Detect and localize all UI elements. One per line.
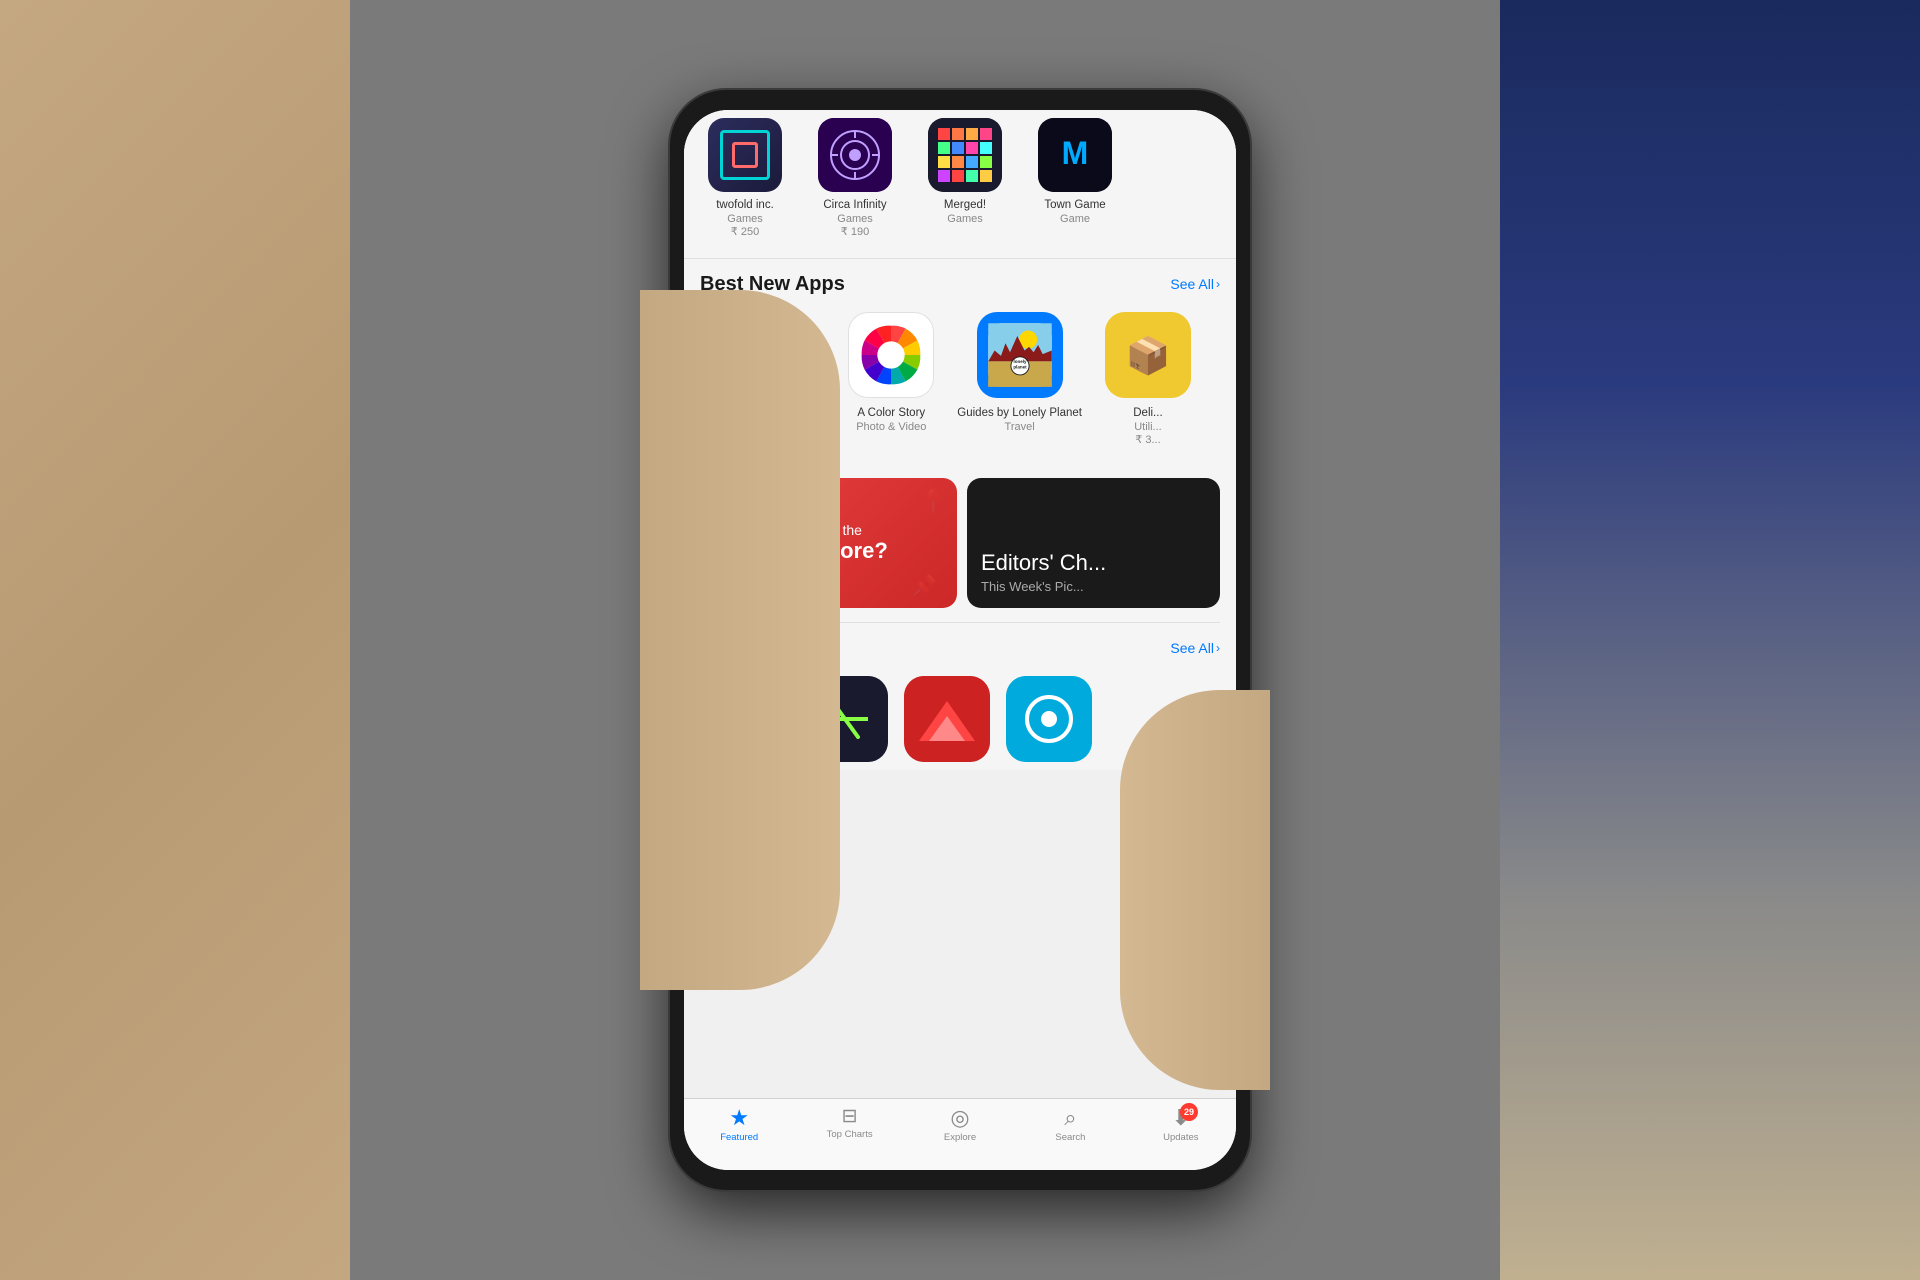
phone-wrapper: twofold inc. Games ₹ 250 bbox=[670, 90, 1250, 1190]
updates-icon: ⬇ 29 bbox=[1172, 1107, 1190, 1129]
game-price-twofold: ₹ 250 bbox=[731, 225, 759, 238]
app-icon-lonelyplanet: lonely planet bbox=[977, 312, 1063, 398]
hot-app-icon-3[interactable] bbox=[904, 676, 990, 762]
promo-editors-choice[interactable]: Editors' Ch... This Week's Pic... bbox=[967, 478, 1220, 608]
hand-left bbox=[640, 290, 840, 990]
svg-text:M: M bbox=[1062, 135, 1089, 171]
game-category-twofold: Games bbox=[727, 213, 762, 225]
app-name-colorstory: A Color Story bbox=[857, 406, 925, 421]
app-name-delivery: Deli... bbox=[1133, 406, 1162, 421]
hot-app-icon-4[interactable] bbox=[1006, 676, 1092, 762]
game-category-town: Game bbox=[1060, 213, 1090, 225]
app-item-delivery[interactable]: 📦 Deli... Utili... ₹ 3... bbox=[1098, 312, 1198, 446]
tab-label-updates: Updates bbox=[1163, 1132, 1198, 1143]
tab-bar: ★ Featured ⊟ Top Charts ◎ Explore ⌕ Sear… bbox=[684, 1098, 1236, 1170]
tab-label-explore: Explore bbox=[944, 1132, 976, 1143]
star-icon: ★ bbox=[729, 1107, 749, 1129]
game-category-merged: Games bbox=[947, 213, 982, 225]
list-icon: ⊟ bbox=[842, 1107, 858, 1126]
tab-label-top-charts: Top Charts bbox=[827, 1129, 873, 1140]
app-item-colorstory[interactable]: A Color Story Photo & Video bbox=[841, 312, 941, 446]
game-price-circa: ₹ 190 bbox=[841, 225, 869, 238]
editors-choice-sub: This Week's Pic... bbox=[981, 579, 1206, 594]
twofold-decoration bbox=[720, 130, 770, 180]
app-price-delivery: ₹ 3... bbox=[1135, 433, 1160, 446]
tab-item-top-charts[interactable]: ⊟ Top Charts bbox=[794, 1107, 904, 1140]
top-games-section: twofold inc. Games ₹ 250 bbox=[684, 110, 1236, 259]
game-icon-twofold bbox=[708, 118, 782, 192]
games-scroll[interactable]: twofold inc. Games ₹ 250 bbox=[700, 110, 1220, 246]
tab-label-search: Search bbox=[1055, 1132, 1085, 1143]
hot-this-week-see-all[interactable]: See All › bbox=[1170, 640, 1220, 656]
see-all-label: See All bbox=[1170, 276, 1214, 292]
game-icon-town: M bbox=[1038, 118, 1112, 192]
app-category-colorstory: Photo & Video bbox=[856, 421, 926, 433]
search-icon: ⌕ bbox=[1064, 1107, 1076, 1129]
game-item-circa[interactable]: Circa Infinity Games ₹ 190 bbox=[810, 118, 900, 238]
game-name-merged: Merged! bbox=[944, 198, 986, 213]
svg-text:lonely: lonely bbox=[1013, 359, 1027, 364]
tab-label-featured: Featured bbox=[720, 1132, 758, 1143]
updates-badge: 29 bbox=[1180, 1103, 1198, 1121]
game-name-twofold: twofold inc. bbox=[716, 198, 774, 213]
tab-item-search[interactable]: ⌕ Search bbox=[1015, 1107, 1125, 1143]
game-item-twofold[interactable]: twofold inc. Games ₹ 250 bbox=[700, 118, 790, 238]
best-new-apps-see-all[interactable]: See All › bbox=[1170, 276, 1220, 292]
gift-icon-4: 📌 bbox=[912, 573, 937, 598]
tab-item-featured[interactable]: ★ Featured bbox=[684, 1107, 794, 1143]
app-icon-delivery: 📦 bbox=[1105, 312, 1191, 398]
chevron-right-icon: › bbox=[1216, 277, 1220, 291]
gift-icon-3: 📍 bbox=[920, 488, 947, 514]
app-category-delivery: Utili... bbox=[1134, 421, 1162, 433]
game-name-town: Town Game bbox=[1044, 198, 1105, 213]
editors-choice-title: Editors' Ch... bbox=[981, 551, 1206, 575]
hand-right bbox=[1120, 690, 1270, 1090]
game-category-circa: Games bbox=[837, 213, 872, 225]
tab-item-explore[interactable]: ◎ Explore bbox=[905, 1107, 1015, 1143]
app-item-lonelyplanet[interactable]: lonely planet Guides by Lonely Planet Tr… bbox=[957, 312, 1082, 446]
tab-item-updates[interactable]: ⬇ 29 Updates bbox=[1126, 1107, 1236, 1143]
compass-icon: ◎ bbox=[950, 1107, 969, 1129]
hot-see-all-label: See All bbox=[1170, 640, 1214, 656]
background-left bbox=[0, 0, 400, 1280]
game-item-merged[interactable]: Merged! Games bbox=[920, 118, 1010, 238]
app-category-lonelyplanet: Travel bbox=[1005, 421, 1035, 433]
svg-text:planet: planet bbox=[1013, 365, 1027, 370]
app-icon-colorstory bbox=[848, 312, 934, 398]
game-item-town[interactable]: M Town Game Game bbox=[1030, 118, 1120, 238]
game-icon-circa bbox=[818, 118, 892, 192]
app-name-lonelyplanet: Guides by Lonely Planet bbox=[957, 406, 1082, 421]
game-icon-merged bbox=[928, 118, 1002, 192]
game-name-circa: Circa Infinity bbox=[823, 198, 886, 213]
hot-chevron-icon: › bbox=[1216, 641, 1220, 655]
svg-text:📦: 📦 bbox=[1126, 335, 1171, 376]
